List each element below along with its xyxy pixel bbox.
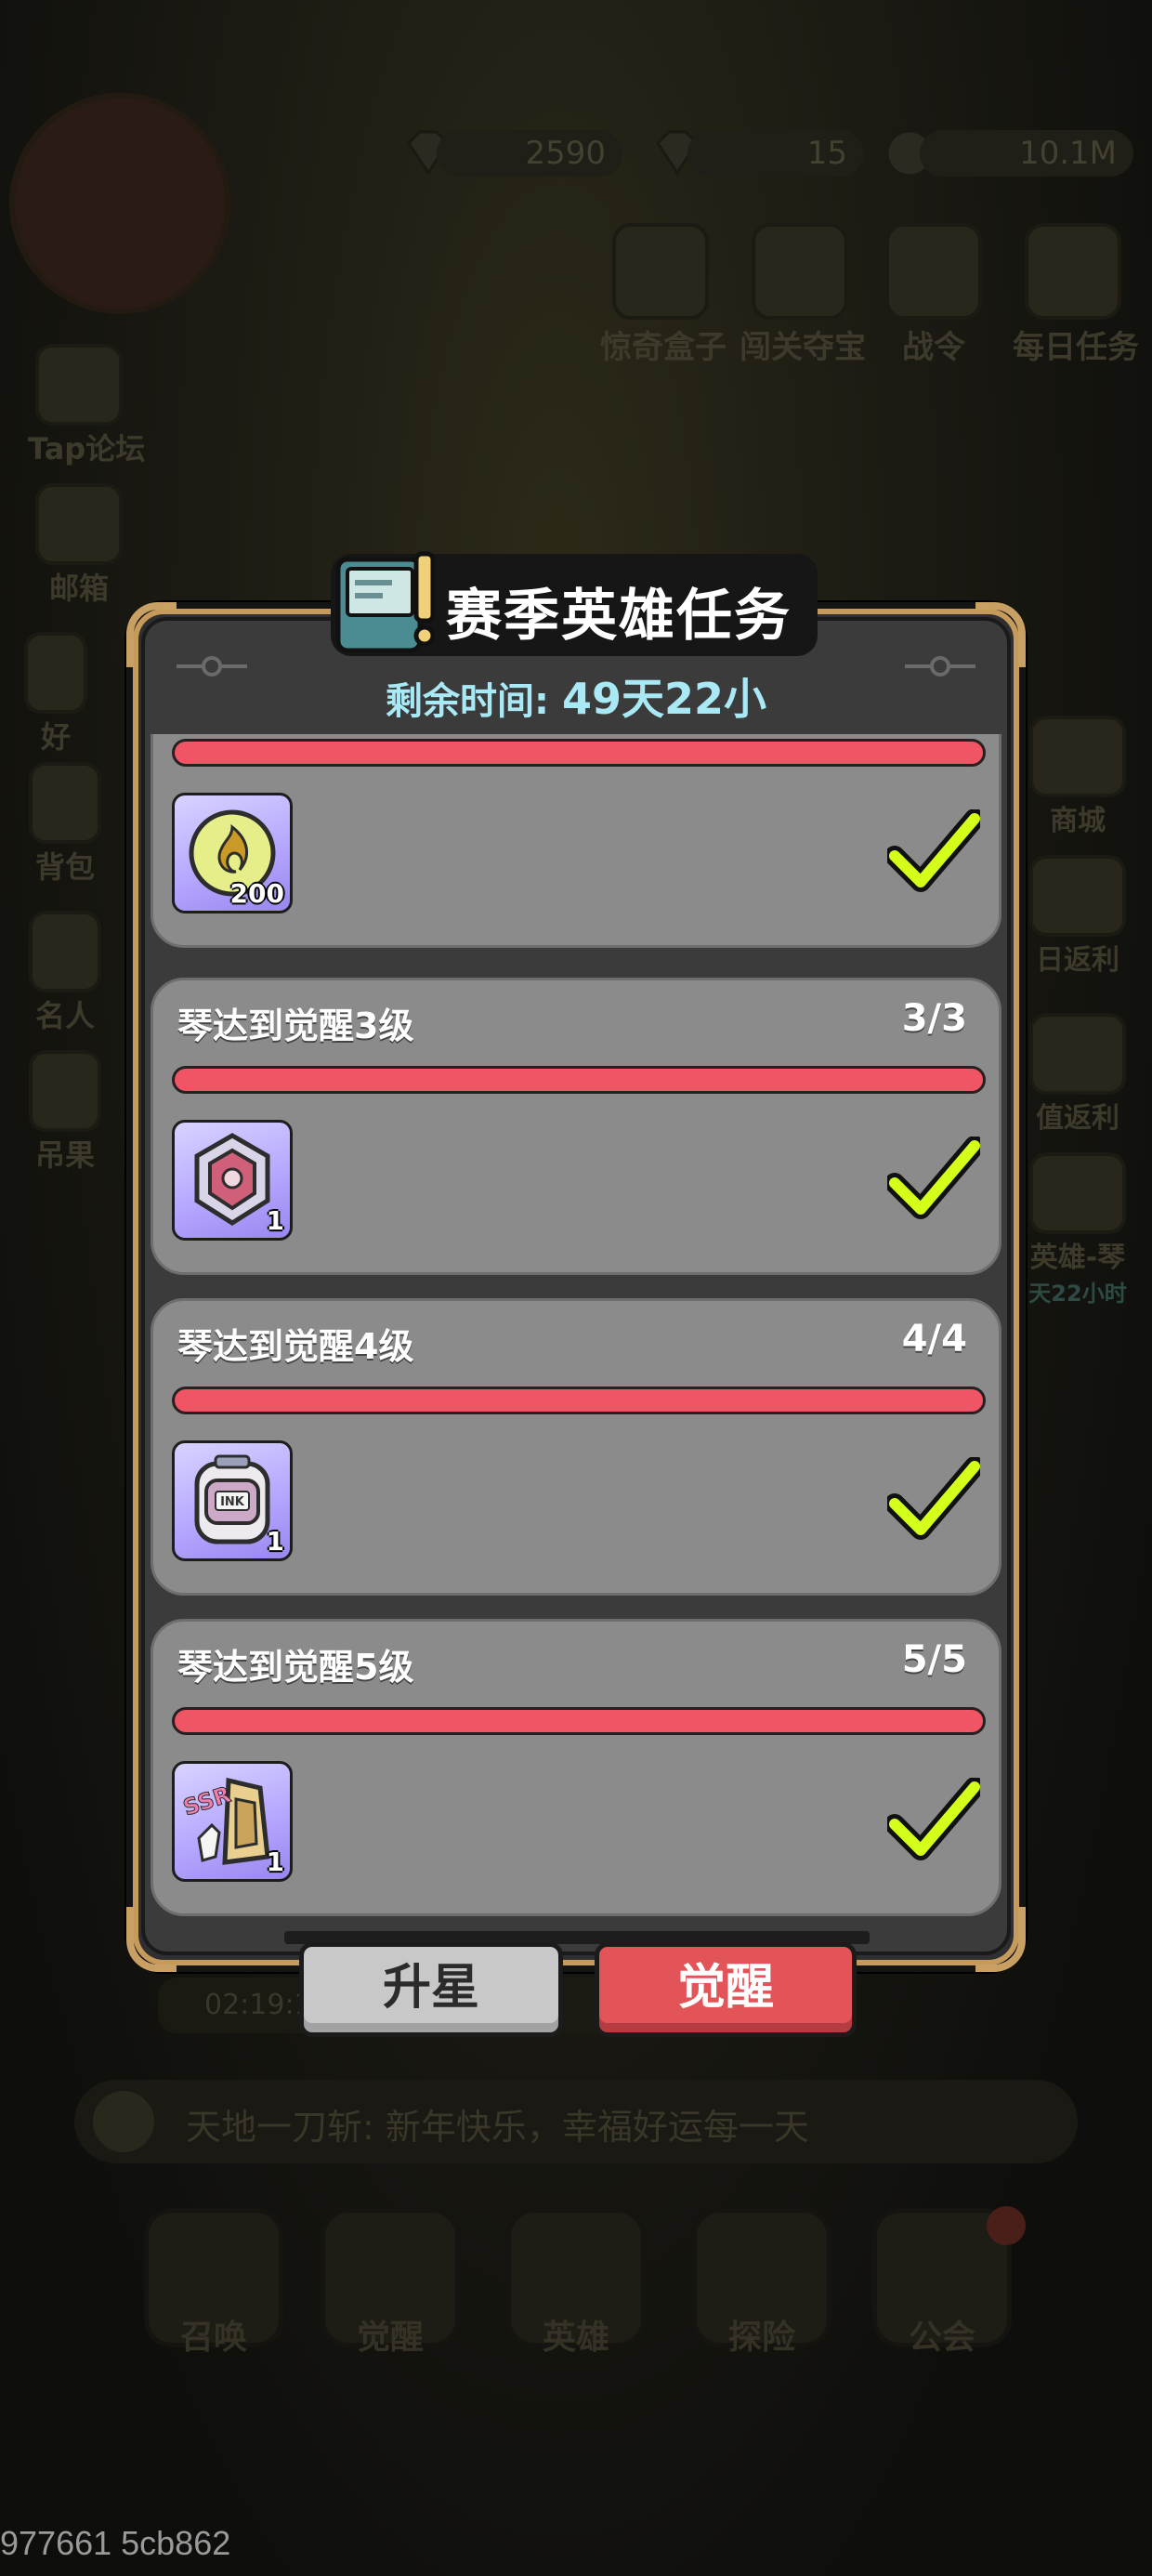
reward-item[interactable]: INK 1 [172,1440,293,1561]
gift-icon [1029,855,1126,937]
mail-icon [35,483,123,565]
reward-count: 1 [266,1847,284,1877]
left-ornament-icon [177,656,247,677]
side-icon-bag[interactable]: 背包 [19,762,111,887]
star-icon [29,911,101,992]
task-card: 琴达到觉醒5级 5/5 SSR 1 [151,1619,1001,1916]
reward-count: 200 [229,878,284,909]
remaining-time-label: 剩余时间: [386,680,550,723]
side-icon-daily-rebate[interactable]: 日返利 [1013,855,1143,978]
tab-awaken[interactable]: 觉醒 [595,1942,857,2037]
nav-awaken[interactable]: 觉醒 [316,2208,465,2385]
task-title: 琴达到觉醒3级 [177,1005,414,1046]
task-progress-text: 5/5 [901,1638,967,1681]
task-progress-text: 3/3 [901,997,967,1040]
card-icon [1029,1013,1126,1095]
reward-item[interactable]: 1 [172,1120,293,1241]
notification-dot [987,2206,1026,2245]
task-title: 琴达到觉醒4级 [177,1326,414,1367]
side-icon-friends[interactable]: 好 [19,632,93,756]
top-icon-battle-pass[interactable]: 战令 [873,223,994,366]
task-card: 琴达到觉醒3级 3/3 1 [151,978,1001,1275]
chat-message: 天地一刀斩: 新年快乐，幸福好运每一天 [186,2107,809,2148]
side-icon-shop[interactable]: 商城 [1013,716,1143,838]
reward-item[interactable]: SSR 1 [172,1761,293,1882]
flag-icon [885,223,982,320]
task-progress-bar [172,1066,986,1094]
treasure-icon [752,223,848,320]
nav-heroes[interactable]: 英雄 [502,2208,650,2385]
friend-icon [24,632,87,714]
check-icon [887,1457,980,1540]
task-progress-text: 4/4 [901,1318,967,1360]
build-version: 977661 5cb862 [0,2524,231,2562]
reward-count: 1 [266,1526,284,1557]
quest-book-icon [335,551,436,653]
check-icon [887,1778,980,1860]
check-icon [887,809,980,892]
task-list[interactable]: 200 琴达到觉醒3级 3/3 1 琴达到觉醒4级 4/4 INK 1 琴达到觉… [151,734,1001,1933]
task-progress-fill [175,1069,983,1091]
task-progress-bar [172,739,986,767]
right-ornament-icon [905,656,975,677]
gem-counter: 2590 [437,130,622,177]
top-icon-treasure[interactable]: 闯关夺宝 [740,223,866,366]
side-icon-season-hero[interactable]: 英雄-琴 天22小时 [1013,1152,1143,1308]
bag-icon [29,762,101,844]
chat-bar[interactable]: 天地一刀斩: 新年快乐，幸福好运每一天 [74,2080,1078,2163]
check-icon [887,1137,980,1219]
gift-box-icon [612,223,709,320]
side-icon-forum[interactable]: Tap论坛 [28,344,145,468]
task-card: 200 [151,734,1001,948]
svg-text:INK: INK [220,1495,245,1509]
dialog-title: 赛季英雄任务 [446,584,792,649]
crystal-counter: 15 [687,130,864,177]
nav-explore[interactable]: 探险 [687,2208,836,2385]
task-progress-bar [172,1387,986,1414]
reward-count: 1 [266,1205,284,1236]
reward-item[interactable]: 200 [172,793,293,913]
clipboard-icon [1025,223,1121,320]
task-progress-fill [175,1389,983,1412]
chat-avatar [93,2091,154,2152]
side-icon-recharge-rebate[interactable]: 值返利 [1013,1013,1143,1136]
task-progress-bar [172,1707,986,1735]
coin-counter: 10.1M [920,130,1133,177]
hero-portrait-icon [1029,1152,1126,1234]
tab-upstar[interactable]: 升星 [299,1942,563,2037]
task-title: 琴达到觉醒5级 [177,1647,414,1688]
nav-summon[interactable]: 召唤 [139,2208,288,2385]
top-icon-surprise-box[interactable]: 惊奇盒子 [600,223,727,366]
task-progress-fill [175,1710,983,1732]
side-icon-mail[interactable]: 邮箱 [28,483,130,608]
fist-icon [29,1050,101,1132]
side-icon-celebrity[interactable]: 名人 [19,911,111,1035]
top-icon-daily-tasks[interactable]: 每日任务 [1013,223,1139,366]
task-progress-fill [175,742,983,764]
side-icon-misc[interactable]: 吊果 [19,1050,111,1175]
task-card: 琴达到觉醒4级 4/4 INK 1 [151,1298,1001,1596]
chat-bubble-icon [35,344,123,426]
shop-icon [1029,716,1126,797]
avatar-frame [9,93,230,314]
